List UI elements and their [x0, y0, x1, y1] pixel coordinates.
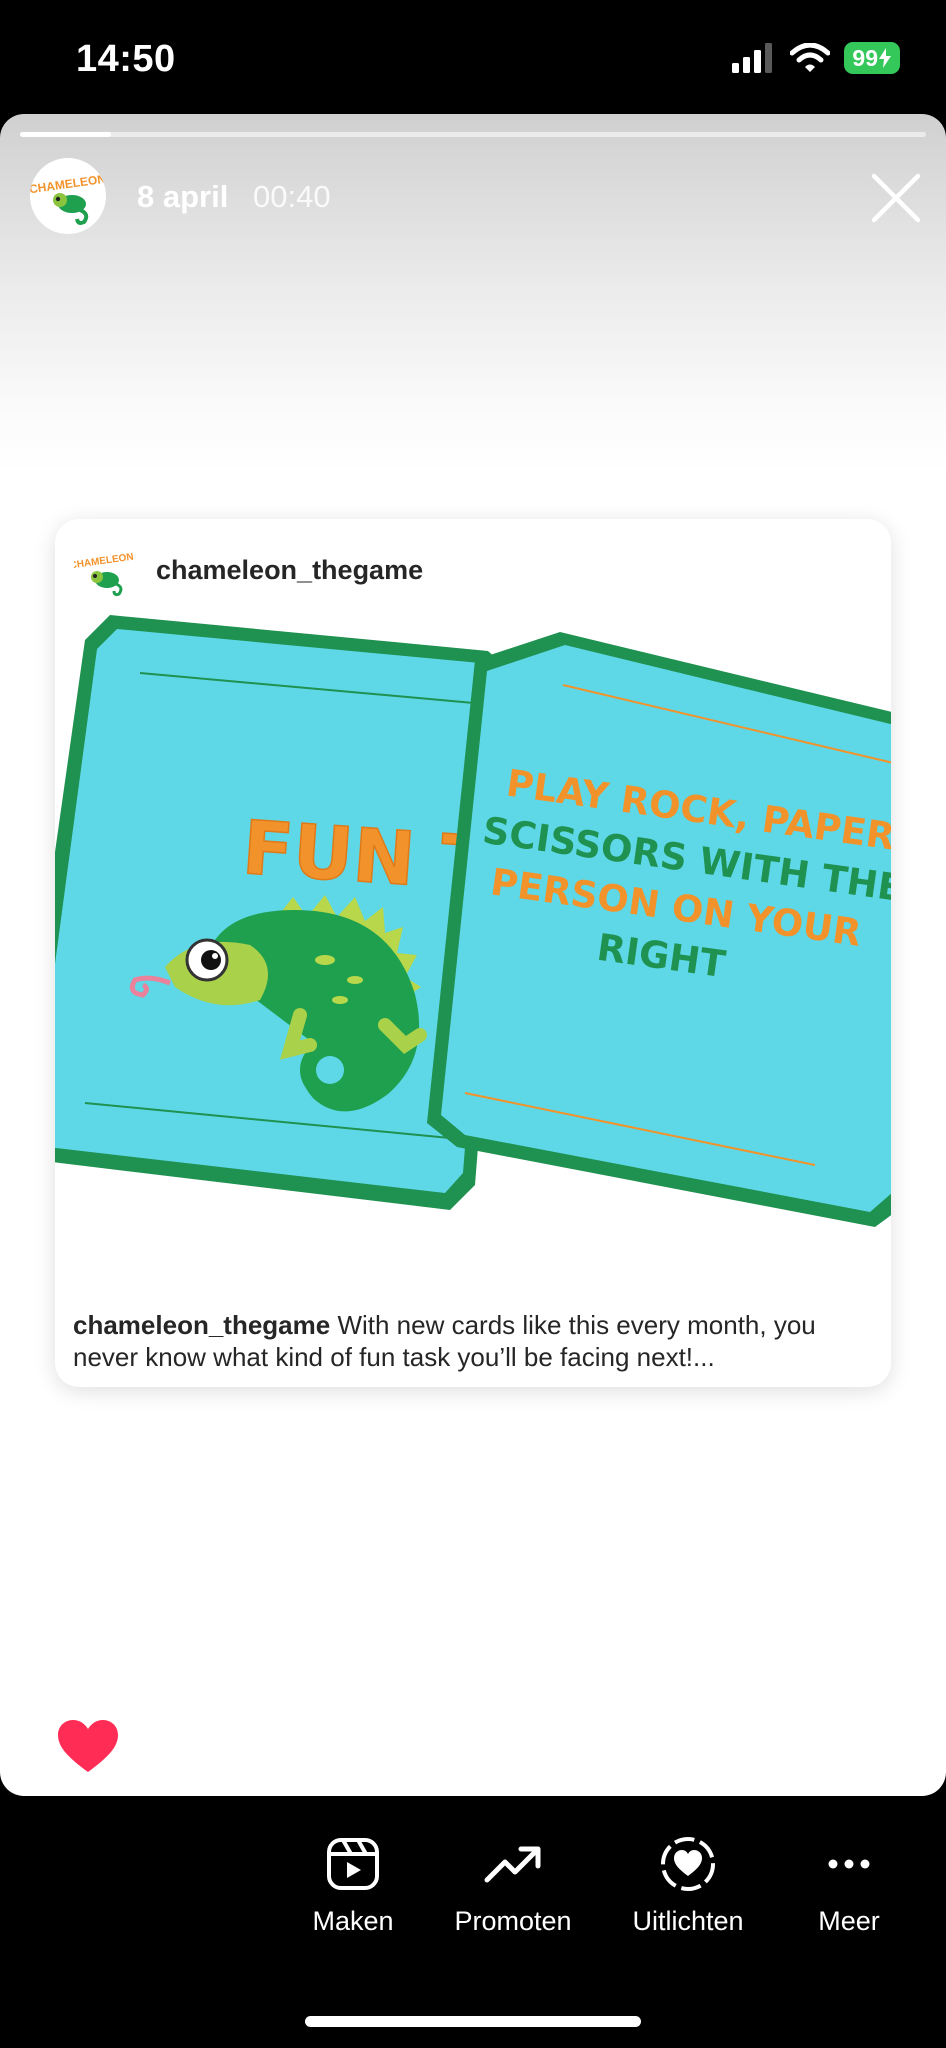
wifi-icon [790, 43, 831, 72]
svg-text:CHAMELEON: CHAMELEON [30, 172, 106, 197]
story-viewer[interactable]: CHAMELEON 8 april 00:40 CHAMELEON chamel… [0, 114, 946, 1796]
post-username[interactable]: chameleon_thegame [156, 555, 423, 586]
close-icon[interactable] [870, 172, 922, 224]
story-avatar[interactable]: CHAMELEON [30, 158, 106, 234]
post-image[interactable]: FUN TASK PLAY ROCK, PAPER, SCISSORS WITH… [55, 615, 891, 1275]
story-toolbar: Maken Promoten Uitlichten Meer [0, 1796, 946, 2048]
status-icons: 99 [732, 42, 900, 74]
battery-level: 99 [852, 44, 878, 71]
trending-icon [484, 1846, 541, 1883]
story-progress-bar [20, 132, 926, 137]
status-time: 14:50 [76, 38, 176, 80]
svg-text:CHAMELEON: CHAMELEON [74, 552, 134, 572]
more-label: Meer [818, 1906, 880, 1936]
home-indicator[interactable] [305, 2016, 641, 2027]
story-progress-fill [20, 132, 111, 137]
rock-paper-scissors-card: PLAY ROCK, PAPER, SCISSORS WITH THE PERS… [427, 632, 891, 1227]
chameleon-logo-icon: CHAMELEON [30, 172, 106, 225]
create-button[interactable]: Maken [268, 1834, 438, 1937]
more-icon [828, 1859, 870, 1869]
post-caption[interactable]: chameleon_thegame With new cards like th… [73, 1309, 883, 1373]
create-label: Maken [312, 1906, 394, 1936]
more-button[interactable]: Meer [764, 1834, 934, 1937]
status-bar: 14:50 99 [0, 0, 946, 114]
signal-icon [732, 43, 773, 73]
highlight-button[interactable]: Uitlichten [603, 1834, 773, 1937]
highlight-icon [661, 1837, 715, 1891]
heart-icon[interactable] [58, 1720, 118, 1774]
charging-bolt-icon [879, 48, 891, 68]
promote-label: Promoten [454, 1906, 572, 1936]
battery-icon: 99 [844, 42, 900, 74]
story-date: 8 april [137, 179, 229, 214]
story-duration: 00:40 [253, 179, 331, 214]
shared-post-card[interactable]: CHAMELEON chameleon_thegame FUN TASK PLA… [55, 519, 891, 1387]
highlight-label: Uitlichten [632, 1906, 744, 1936]
promote-button[interactable]: Promoten [428, 1834, 598, 1937]
reels-icon [327, 1838, 379, 1890]
caption-username[interactable]: chameleon_thegame [73, 1310, 330, 1340]
post-author-avatar[interactable]: CHAMELEON [74, 542, 134, 602]
